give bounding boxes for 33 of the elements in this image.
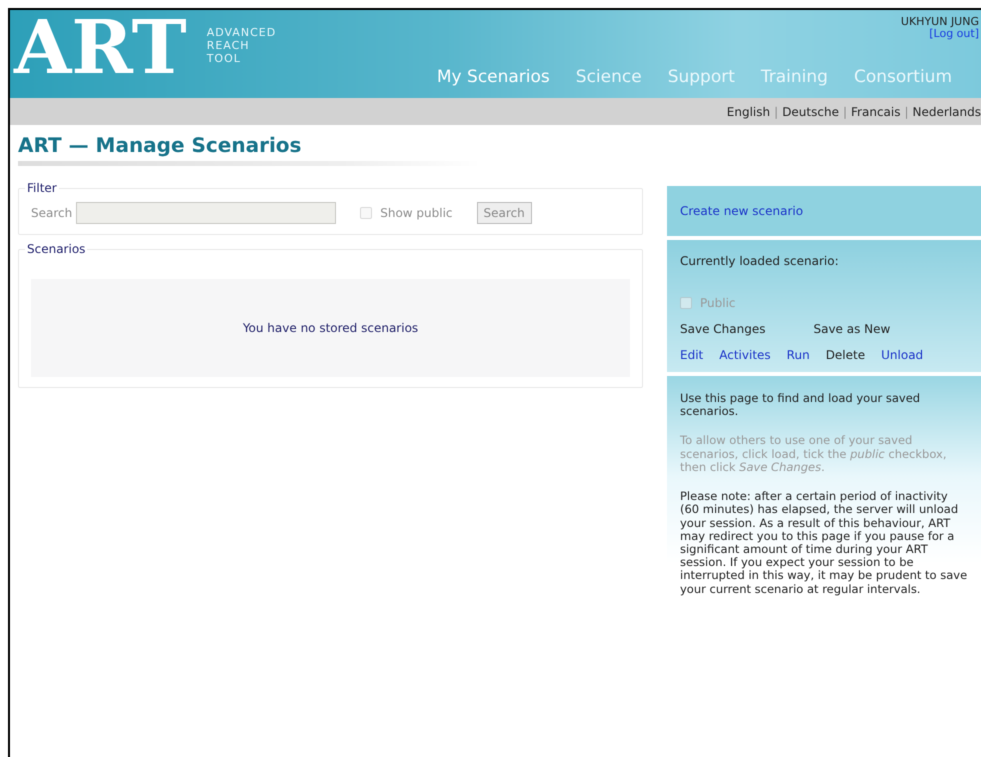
scenario-link[interactable]: Edit	[680, 346, 704, 364]
public-label: Public	[700, 295, 736, 312]
save-action[interactable]: Save Changes	[680, 320, 766, 338]
logo-text: ADVANCED	[206, 26, 276, 39]
loaded-scenario-label: Currently loaded scenario:	[680, 253, 840, 270]
search-field[interactable]	[76, 202, 336, 224]
language-separator: |	[904, 104, 909, 120]
language-separator: |	[774, 104, 778, 120]
help-paragraph: Please note: after a certain period of inactivity (60 minutes) has elapsed, the server will unload your session. As a result of this behaviour, ART may redirect you to this page if you pause for a significant amount of time during your ART session. If you expect your session to be interrupted in this way, it may be prudent to save your current scenario at regular intervals.	[680, 490, 968, 596]
search-label: Search	[31, 205, 72, 222]
language-link[interactable]: Nederlands	[912, 102, 981, 120]
logo-text: TOOL	[206, 52, 242, 65]
filter-legend: Filter	[25, 182, 59, 194]
scenario-action[interactable]: Delete	[826, 346, 866, 364]
help-paragraph: Use this page to find and load your saved scenarios.	[680, 392, 922, 418]
page-title: ART — Manage Scenarios	[18, 133, 302, 157]
scenario-link[interactable]: Run	[786, 346, 810, 364]
create-scenario-link[interactable]: Create new scenario	[680, 204, 804, 218]
scenarios-legend: Scenarios	[25, 243, 88, 255]
save-action[interactable]: Save as New	[813, 320, 890, 338]
logo-mark: ART	[12, 10, 188, 88]
language-link[interactable]: English	[726, 102, 770, 120]
help-paragraph: To allow others to use one of your saved scenarios, click load, tick the public checkbox, then click Save Changes.	[680, 434, 948, 474]
user-name: UKHYUN JUNG	[900, 16, 979, 28]
scenario-link[interactable]: Unload	[881, 346, 924, 364]
show-public-label: Show public	[380, 205, 453, 222]
language-link[interactable]: Deutsche	[782, 102, 839, 120]
language-separator: |	[842, 104, 848, 120]
language-link[interactable]: Francais	[851, 102, 900, 120]
empty-message: You have no stored scenarios	[242, 320, 418, 337]
logo-text: REACH	[206, 39, 251, 52]
scenario-link[interactable]: Activites	[719, 346, 771, 364]
logout-link[interactable]: [Log out]	[929, 27, 979, 40]
